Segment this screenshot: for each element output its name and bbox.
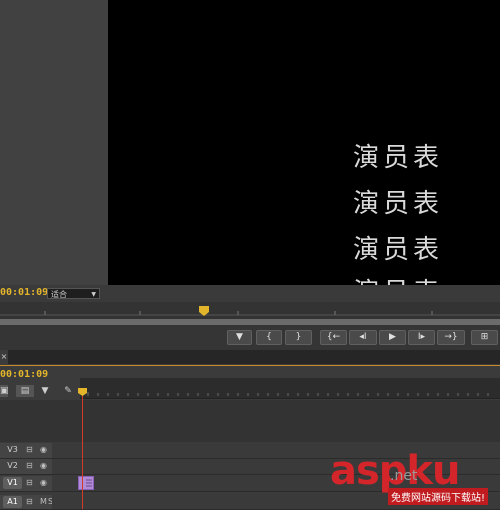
timeline-playhead-line: [82, 394, 83, 509]
close-tab-button[interactable]: ×: [0, 350, 8, 364]
add-marker-icon[interactable]: ▼: [41, 385, 49, 397]
eye-icon[interactable]: ◉: [40, 444, 47, 456]
site-watermark: aspku .net 免费网站源码下载站!: [330, 448, 500, 509]
go-to-out-button[interactable]: →}: [437, 330, 465, 345]
panel-focus-highlight: [0, 365, 500, 366]
button-editor-button[interactable]: ⊞: [471, 330, 498, 345]
timeline-empty-area[interactable]: [0, 400, 500, 442]
project-panel: [0, 0, 108, 287]
watermark-domain: .net: [390, 468, 418, 484]
watermark-tagline: 免费网站源码下载站!: [388, 488, 489, 505]
track-header-v1[interactable]: V1 ⊟ ◉: [0, 476, 52, 492]
go-to-in-button[interactable]: {←: [320, 330, 347, 345]
wrench-icon[interactable]: ✎: [62, 385, 74, 397]
sync-lock-icon[interactable]: ⊟: [26, 477, 33, 489]
sync-lock-icon[interactable]: ⊟: [26, 496, 33, 508]
playhead-timecode[interactable]: 00:01:09: [0, 287, 48, 298]
mute-toggle[interactable]: M: [40, 496, 47, 508]
track-header-v2[interactable]: V2 ⊟ ◉: [0, 459, 52, 475]
timeline-time-ruler[interactable]: [80, 378, 500, 399]
track-name[interactable]: V3: [3, 444, 22, 456]
monitor-playhead-icon[interactable]: [199, 306, 209, 316]
monitor-ruler-ticks: [0, 311, 500, 316]
zoom-fit-value: 适合: [51, 290, 67, 299]
program-monitor-preview: 演员表 演员表 演员表 演员表: [108, 0, 500, 285]
timeline-tab-strip: [0, 350, 500, 365]
sync-lock-icon[interactable]: ⊟: [26, 444, 33, 456]
sync-lock-icon[interactable]: ⊟: [26, 460, 33, 472]
step-forward-button[interactable]: I▸: [408, 330, 435, 345]
credits-line: 演员表: [353, 143, 444, 173]
timeline-playhead-icon[interactable]: [78, 388, 87, 396]
timeline-timecode[interactable]: 00:01:09: [0, 369, 48, 380]
track-header-v3[interactable]: V3 ⊟ ◉: [0, 443, 52, 459]
credits-line: 演员表: [353, 235, 444, 265]
video-clip[interactable]: [78, 476, 94, 490]
zoom-fit-select[interactable]: 适合 ▼: [47, 288, 100, 299]
credits-line: 演员表: [353, 272, 443, 285]
play-button[interactable]: ▶: [379, 330, 406, 345]
timeline-ruler-ticks: [87, 392, 489, 396]
mark-in-button[interactable]: {: [256, 330, 282, 345]
step-back-button[interactable]: ◂I: [349, 330, 377, 345]
monitor-time-ruler[interactable]: [0, 302, 500, 319]
mark-out-button[interactable]: }: [285, 330, 312, 345]
track-name[interactable]: A1: [3, 496, 22, 508]
add-marker-button[interactable]: ▼: [227, 330, 252, 345]
track-header-a1[interactable]: A1 ⊟ M S: [0, 495, 53, 510]
track-name[interactable]: V1: [3, 477, 22, 489]
linked-selection-icon[interactable]: ▤: [16, 385, 34, 397]
eye-icon[interactable]: ◉: [40, 477, 47, 489]
eye-icon[interactable]: ◉: [40, 460, 47, 472]
chevron-down-icon: ▼: [91, 291, 96, 298]
snap-icon[interactable]: ▣: [0, 385, 9, 397]
track-name[interactable]: V2: [3, 460, 22, 472]
credits-line: 演员表: [353, 189, 444, 219]
